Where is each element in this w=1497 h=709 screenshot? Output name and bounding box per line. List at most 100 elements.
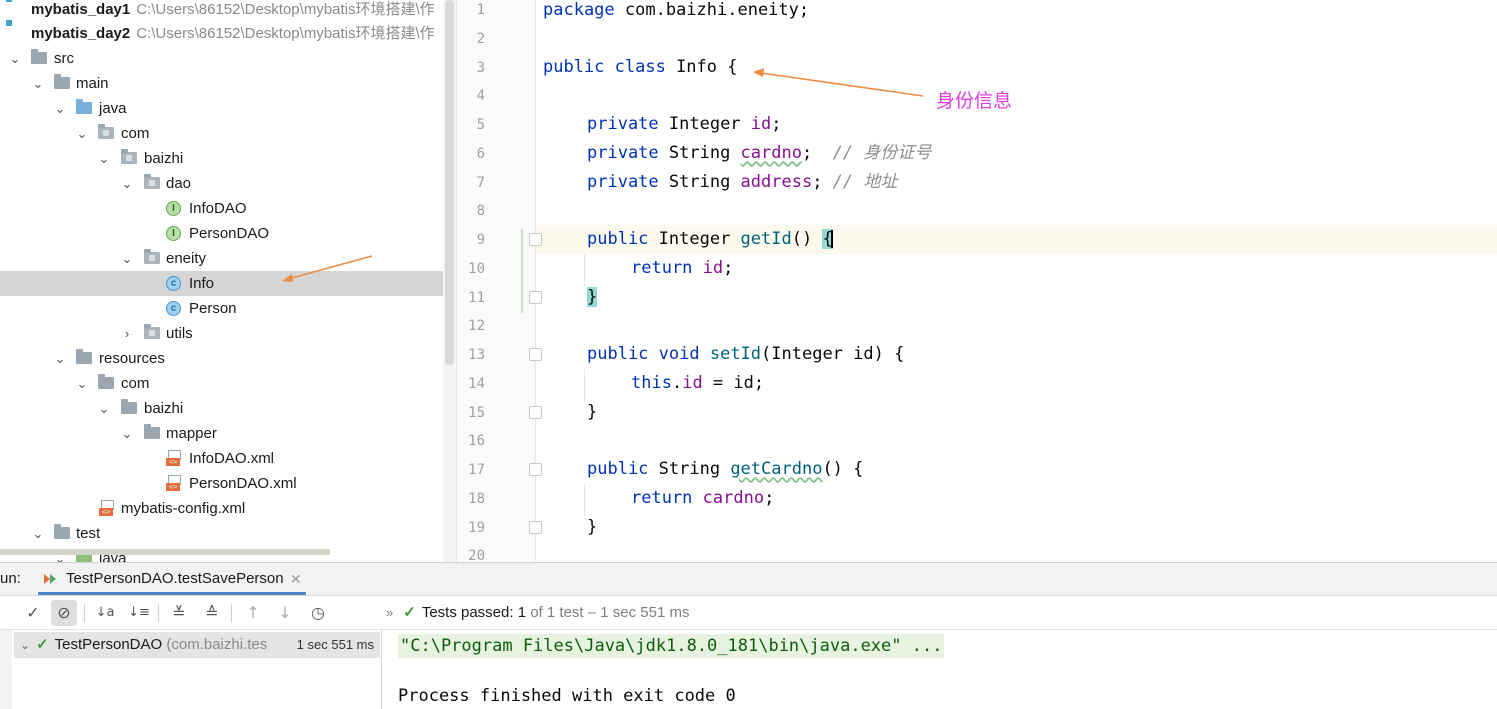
tree-node-label: java — [99, 100, 127, 117]
chevron-down-icon[interactable]: ⌄ — [31, 521, 45, 546]
chevron-down-icon[interactable]: ⌄ — [97, 146, 111, 171]
sort-alphabetically-icon[interactable]: ↓a — [92, 600, 118, 626]
tree-node-label: com — [121, 125, 150, 142]
line-number: 19 — [468, 519, 485, 536]
indent-guide — [584, 484, 585, 516]
tree-node-utils[interactable]: › utils — [0, 321, 456, 346]
tree-scrollbar[interactable] — [443, 0, 456, 562]
tree-node-mybatis-config[interactable]: <> mybatis-config.xml — [0, 496, 456, 521]
console-output[interactable]: "C:\Program Files\Java\jdk1.8.0_181\bin\… — [398, 630, 1488, 709]
chevron-down-icon[interactable]: ⌄ — [53, 96, 67, 121]
package-icon — [121, 149, 137, 166]
tree-node-label: eneity — [166, 250, 207, 267]
line-number: 6 — [476, 145, 485, 162]
tree-node-label: Info — [189, 275, 215, 292]
code-line-5: private Integer id; — [587, 114, 782, 134]
test-status: » ✓ Tests passed: 1 of 1 test – 1 sec 551 … — [386, 596, 689, 629]
chevron-down-icon[interactable]: ⌄ — [75, 121, 89, 146]
code-line-19: } — [587, 517, 598, 537]
line-number: 17 — [468, 462, 485, 478]
tree-node-com[interactable]: ⌄ com — [0, 121, 456, 146]
double-chevron-icon[interactable]: » — [386, 605, 393, 620]
test-duration: 1 sec 551 ms — [292, 632, 374, 658]
chevron-down-icon[interactable]: ⌄ — [75, 371, 89, 396]
console-command-line: "C:\Program Files\Java\jdk1.8.0_181\bin\… — [398, 634, 945, 658]
tree-node-label: InfoDAO.xml — [189, 450, 275, 467]
line-number: 18 — [468, 490, 485, 507]
tree-node-dao[interactable]: ⌄ dao — [0, 171, 456, 196]
arrow-up-icon[interactable]: ↑ — [240, 600, 266, 626]
resources-folder-icon — [76, 349, 92, 366]
tree-node-eneity[interactable]: ⌄ eneity — [0, 246, 456, 271]
tree-node-label: main — [76, 75, 109, 92]
tree-node-src[interactable]: ⌄ src — [0, 46, 456, 71]
tree-node-java[interactable]: ⌄ java — [0, 96, 456, 121]
chevron-down-icon[interactable]: ⌄ — [8, 46, 22, 71]
run-tab-title: TestPersonDAO.testSavePerson — [66, 570, 284, 587]
tree-node-person[interactable]: c Person — [0, 296, 456, 321]
folder-icon — [98, 374, 114, 391]
tree-node-baizhi[interactable]: ⌄ baizhi — [0, 146, 456, 171]
fold-marker-icon[interactable] — [529, 406, 542, 419]
indent-guide — [584, 369, 585, 401]
folder-icon — [144, 424, 160, 441]
line-number: 13 — [468, 347, 485, 363]
toolbar-separator — [158, 604, 159, 622]
tree-node-mapper[interactable]: ⌄ mapper — [0, 421, 456, 446]
chevron-down-icon[interactable]: ⌄ — [53, 346, 67, 371]
tree-node-resources[interactable]: ⌄ resources — [0, 346, 456, 371]
tree-node-label: InfoDAO — [189, 200, 247, 217]
tree-node-persondao[interactable]: I PersonDAO — [0, 221, 456, 246]
tree-node-res-baizhi[interactable]: ⌄ baizhi — [0, 396, 456, 421]
history-icon[interactable]: ◷ — [305, 600, 331, 626]
run-tab[interactable]: TestPersonDAO.testSavePerson ✕ — [38, 563, 306, 595]
code-line-14: this.id = id; — [631, 373, 765, 393]
code-line-6: private String cardno; // 身份证号 — [587, 143, 932, 163]
change-marker — [521, 229, 523, 313]
tree-node-label: utils — [166, 325, 193, 342]
code-line-10: return id; — [631, 258, 734, 278]
chevron-down-icon[interactable]: ⌄ — [97, 396, 111, 421]
line-number: 20 — [468, 548, 485, 562]
chevron-down-icon[interactable]: ⌄ — [120, 171, 134, 196]
tree-node-infodao[interactable]: I InfoDAO — [0, 196, 456, 221]
tree-node-info[interactable]: c Info — [0, 271, 456, 296]
chevron-down-icon[interactable]: ⌄ — [120, 421, 134, 446]
show-ignored-icon[interactable]: ⊘ — [51, 600, 77, 626]
chevron-down-icon[interactable]: ⌄ — [20, 638, 30, 652]
test-result-row[interactable]: ⌄ ✓ TestPersonDAO (com.baizhi.tes 1 sec 55… — [14, 632, 380, 658]
collapse-all-icon[interactable]: ≙ — [199, 600, 225, 626]
scrollbar-thumb[interactable] — [445, 0, 454, 365]
code-line-11: } — [587, 287, 598, 307]
line-number: 4 — [476, 88, 485, 105]
chevron-down-icon[interactable]: ⌄ — [120, 246, 134, 271]
horizontal-scrollbar[interactable] — [0, 549, 330, 555]
tree-node-test[interactable]: ⌄ test — [0, 521, 456, 546]
tree-node-res-com[interactable]: ⌄ com — [0, 371, 456, 396]
indent-guide — [584, 254, 585, 286]
expand-all-icon[interactable]: ≚ — [166, 600, 192, 626]
fold-marker-icon[interactable] — [529, 521, 542, 534]
code-editor[interactable]: 1 2 3 4 5 6 7 8 9 10 11 12 13 14 15 16 17 18 19 20 package … — [456, 0, 1497, 562]
tree-node-label: src — [54, 50, 74, 67]
fold-marker-icon[interactable] — [529, 463, 542, 476]
tree-node-main[interactable]: ⌄ main — [0, 71, 456, 96]
fold-marker-icon[interactable] — [529, 233, 542, 246]
close-icon[interactable]: ✕ — [290, 563, 302, 595]
tree-module-mybatis-day1[interactable]: mybatis_day1 C:\Users\86152\Desktop\mybat… — [0, 0, 456, 22]
arrow-down-icon[interactable]: ↓ — [272, 600, 298, 626]
sort-by-duration-icon[interactable]: ↓≡ — [126, 600, 152, 626]
project-tree: mybatis_day1 C:\Users\86152\Desktop\mybat… — [0, 0, 456, 562]
fold-marker-icon[interactable] — [529, 291, 542, 304]
line-number: 1 — [476, 2, 485, 18]
tree-node-persondao-xml[interactable]: <> PersonDAO.xml — [0, 471, 456, 496]
tree-node-infodao-xml[interactable]: <> InfoDAO.xml — [0, 446, 456, 471]
chevron-right-icon[interactable]: › — [120, 321, 134, 346]
show-passed-icon[interactable]: ✓ — [20, 600, 46, 626]
line-number: 9 — [476, 232, 485, 248]
tree-module-mybatis-day2[interactable]: mybatis_day2 C:\Users\86152\Desktop\mybat… — [0, 21, 456, 46]
xml-file-icon: <> — [166, 475, 181, 491]
check-icon: ✓ — [403, 604, 416, 621]
fold-marker-icon[interactable] — [529, 348, 542, 361]
chevron-down-icon[interactable]: ⌄ — [31, 71, 45, 96]
